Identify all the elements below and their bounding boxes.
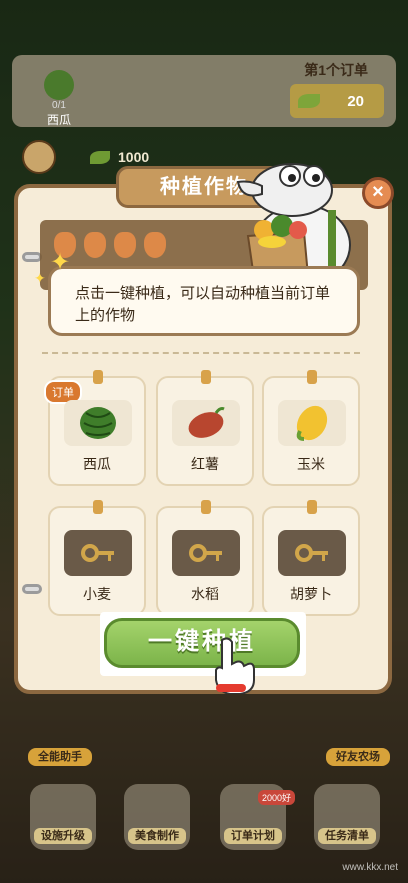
bottom-button-label: 设施升级 <box>34 828 92 844</box>
crop-grid: 订单 西瓜 红薯 玉米 小麦 水稻 胡萝卜 <box>44 370 366 616</box>
friend-farm-button[interactable]: 好友农场 <box>326 716 390 766</box>
sparkle-icon: ✦ <box>34 270 46 286</box>
task-list-button[interactable]: 任务清单 <box>314 784 380 850</box>
watermelon-icon <box>44 70 74 100</box>
binder-ring <box>22 252 42 262</box>
sparkle-icon: ✦ <box>50 249 71 276</box>
crop-card-rice[interactable]: 水稻 <box>156 500 254 616</box>
lock-key-icon <box>172 530 240 576</box>
sweet-potato-icon <box>172 400 240 446</box>
clip-icon <box>93 500 103 514</box>
assistant-button[interactable]: 全能助手 <box>28 716 92 766</box>
order-title: 第1个订单 <box>304 62 368 78</box>
lock-key-icon <box>278 530 346 576</box>
crop-name: 红薯 <box>191 456 219 472</box>
one-click-plant-button[interactable]: 一键种植 <box>104 618 300 668</box>
tooltip-text: 点击一键种植，可以自动种植当前订单上的作物 <box>75 285 331 324</box>
reward-tag: 2000好 <box>258 790 296 805</box>
order-crop-count: 0/1 <box>52 100 66 111</box>
clip-icon <box>201 370 211 384</box>
crop-name: 小麦 <box>83 586 111 602</box>
cooking-button[interactable]: 美食制作 <box>124 784 190 850</box>
bottom-button-label: 订单计划 <box>224 828 282 844</box>
crop-name: 玉米 <box>297 456 325 472</box>
watermark: www.kkx.net <box>342 862 398 873</box>
crop-name: 水稻 <box>191 586 219 602</box>
close-button[interactable]: × <box>362 177 394 209</box>
crop-name: 胡萝卜 <box>290 586 332 602</box>
crop-card-corn[interactable]: 玉米 <box>262 370 360 486</box>
order-reward-value: 20 <box>347 92 364 110</box>
order-crop: 0/1 西瓜 <box>34 70 84 127</box>
anteater-mascot-icon <box>236 163 351 280</box>
order-reward: 20 <box>290 84 384 118</box>
watermelon-icon <box>64 400 132 446</box>
upgrade-button[interactable]: 设施升级 <box>30 784 96 850</box>
crop-name: 西瓜 <box>83 456 111 472</box>
bottom-button-label: 任务清单 <box>318 828 376 844</box>
pointing-hand-icon <box>215 637 255 694</box>
clip-icon <box>201 500 211 514</box>
crop-card-watermelon[interactable]: 订单 西瓜 <box>44 370 146 486</box>
crop-card-carrot[interactable]: 胡萝卜 <box>262 500 360 616</box>
lock-key-icon <box>64 530 132 576</box>
clip-icon <box>307 370 317 384</box>
binder-ring <box>22 584 42 594</box>
crop-card-wheat[interactable]: 小麦 <box>48 500 146 616</box>
one-click-plant-highlight: 一键种植 <box>100 612 306 676</box>
avatar[interactable] <box>22 140 56 174</box>
clip-icon <box>93 370 103 384</box>
crop-card-sweet-potato[interactable]: 红薯 <box>156 370 254 486</box>
assistant-button-label: 全能助手 <box>28 748 92 766</box>
order-crop-name: 西瓜 <box>46 113 71 127</box>
leaf-icon <box>90 150 110 164</box>
clip-icon <box>307 500 317 514</box>
friend-farm-button-label: 好友农场 <box>326 748 390 766</box>
leaf-icon <box>298 94 320 108</box>
corn-icon <box>278 400 346 446</box>
divider <box>42 352 360 354</box>
coin-value: 1000 <box>118 149 150 165</box>
bottom-button-label: 美食制作 <box>128 828 186 844</box>
tooltip: 点击一键种植，可以自动种植当前订单上的作物 <box>48 266 360 336</box>
